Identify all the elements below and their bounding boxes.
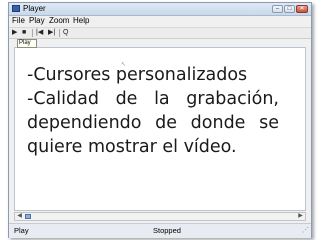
- rewind-icon[interactable]: |◀: [36, 29, 43, 37]
- caption-word: dependiendo: [27, 113, 142, 133]
- maximize-button[interactable]: □: [284, 5, 295, 13]
- menu-help[interactable]: Help: [73, 16, 89, 26]
- scroll-right-icon[interactable]: ▶: [296, 213, 305, 220]
- caption-word: se: [259, 113, 279, 133]
- app-icon: [12, 5, 20, 12]
- minimize-button[interactable]: –: [272, 5, 283, 13]
- menu-play[interactable]: Play: [29, 16, 45, 26]
- caption-word: de: [115, 89, 138, 109]
- window-title: Player: [23, 4, 46, 13]
- menu-file[interactable]: File: [12, 16, 25, 26]
- caption-word: grabación,: [186, 89, 279, 109]
- video-caption-text: -Cursores personalizados -Calidad de la …: [27, 63, 279, 159]
- horizontal-scrollbar[interactable]: ◀ ▶: [14, 212, 306, 221]
- play-icon[interactable]: ▶: [12, 29, 17, 37]
- status-action: Play: [14, 226, 29, 235]
- scroll-left-icon[interactable]: ◀: [15, 213, 24, 220]
- toolbar-separator: [32, 29, 33, 37]
- caption-line: dependiendo de donde se: [27, 111, 279, 135]
- stop-icon[interactable]: ■: [22, 29, 26, 37]
- toolbar: ▶ ■ |◀ ▶| Q: [9, 27, 311, 39]
- caption-word: de: [155, 113, 178, 133]
- caption-word: -Calidad: [27, 89, 99, 109]
- title-bar[interactable]: Player – □ ✕: [9, 3, 311, 16]
- resize-grip-icon[interactable]: ⋰: [302, 225, 309, 237]
- caption-word: donde: [190, 113, 246, 133]
- caption-line: -Calidad de la grabación,: [27, 87, 279, 111]
- caption-word: la: [154, 89, 170, 109]
- caption-line: -Cursores personalizados: [27, 65, 248, 85]
- menu-bar: File Play Zoom Help: [9, 16, 311, 26]
- close-button[interactable]: ✕: [296, 5, 308, 13]
- status-state: Stopped: [153, 226, 181, 235]
- scroll-thumb[interactable]: [25, 214, 31, 219]
- menu-zoom[interactable]: Zoom: [49, 16, 69, 26]
- toolbar-separator: [59, 29, 60, 37]
- zoom-icon[interactable]: Q: [63, 29, 68, 37]
- play-tooltip: Play: [17, 39, 37, 48]
- status-bar: Play Stopped ⋰: [9, 223, 311, 238]
- caption-line: quiere mostrar el vídeo.: [27, 137, 237, 157]
- forward-icon[interactable]: ▶|: [48, 29, 55, 37]
